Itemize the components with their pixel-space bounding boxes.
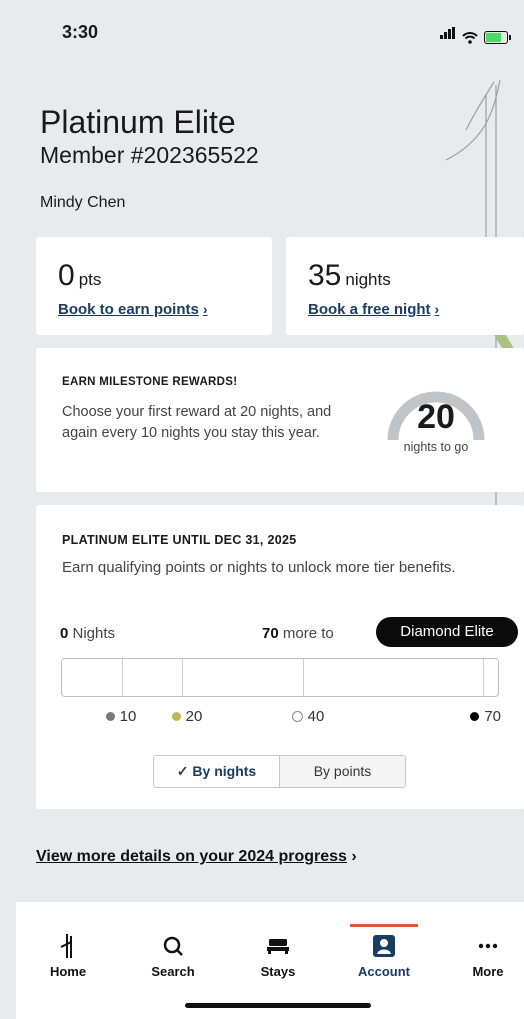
- nights-to-go-value: 20: [417, 398, 455, 436]
- milestone-marker: 70: [470, 708, 501, 725]
- toggle-by-nights[interactable]: ✓ By nights: [154, 756, 280, 787]
- milestone-dot-icon: [291, 711, 303, 722]
- toggle-by-nights-label: By nights: [192, 763, 257, 779]
- nights-unit: nights: [345, 270, 391, 289]
- hilton-logo-icon: [60, 934, 72, 958]
- nights-to-go-label: nights to go: [403, 440, 469, 454]
- tier-title: Platinum Elite: [40, 104, 236, 140]
- book-to-earn-points-label: Book to earn points: [58, 301, 199, 318]
- points-unit: pts: [78, 270, 102, 289]
- tab-more-label: More: [472, 964, 504, 979]
- progress-view-toggle: ✓ By nights By points: [153, 755, 406, 788]
- nights-value: 35: [308, 259, 342, 292]
- wifi-icon: [462, 32, 478, 44]
- app-screen: 3:30 Platinum Elite Member #202365522 Mi…: [16, 0, 524, 1019]
- tab-search[interactable]: Search: [133, 932, 213, 979]
- active-tab-indicator: [350, 924, 418, 927]
- tier-description: Earn qualifying points or nights to unlo…: [62, 559, 456, 576]
- milestone-marker: 40: [291, 708, 325, 725]
- points-value-row: 0 pts: [58, 259, 101, 293]
- milestone-label: 70: [484, 708, 501, 725]
- home-indicator: [185, 1003, 371, 1008]
- member-name: Mindy Chen: [40, 194, 126, 211]
- tier-status-card: PLATINUM ELITE UNTIL DEC 31, 2025 Earn q…: [36, 505, 524, 809]
- milestone-description: Choose your first reward at 20 nights, a…: [62, 404, 332, 441]
- milestone-heading: EARN MILESTONE REWARDS!: [62, 376, 238, 388]
- milestone-marker: 10: [105, 708, 137, 725]
- checkmark-icon: ✓: [176, 763, 189, 779]
- progress-tick: [182, 659, 183, 696]
- tier-heading: PLATINUM ELITE UNTIL DEC 31, 2025: [62, 533, 297, 547]
- milestone-marker: 20: [171, 708, 203, 725]
- chevron-right-icon: ›: [434, 301, 440, 317]
- current-nights-value: 0: [60, 625, 69, 642]
- tab-more[interactable]: More: [448, 932, 524, 979]
- points-value: 0: [58, 259, 75, 292]
- status-bar: 3:30: [16, 0, 524, 60]
- tab-stays[interactable]: Stays: [238, 932, 318, 979]
- tab-stays-label: Stays: [260, 964, 296, 979]
- bed-icon: [267, 939, 289, 954]
- tab-account-label: Account: [358, 964, 410, 979]
- member-number: Member #202365522: [40, 142, 259, 168]
- status-time: 3:30: [62, 22, 99, 42]
- remaining-value: 70: [262, 625, 279, 642]
- book-free-night-label: Book a free night: [308, 301, 431, 318]
- current-nights-label: Nights: [72, 625, 116, 642]
- milestone-dot-icon: [470, 712, 480, 721]
- tier-progress-bar: [61, 658, 499, 697]
- nights-value-row: 35 nights: [308, 259, 391, 293]
- next-tier-badge: Diamond Elite: [376, 617, 518, 647]
- points-card: 0 pts Book to earn points ›: [36, 237, 272, 335]
- status-icons: [440, 26, 511, 44]
- battery-icon: [484, 31, 511, 44]
- free-nights-card: 35 nights Book a free night ›: [286, 237, 524, 335]
- tab-home-label: Home: [49, 964, 87, 979]
- progress-tick: [483, 659, 484, 696]
- milestone-rewards-card[interactable]: EARN MILESTONE REWARDS! Choose your firs…: [36, 348, 524, 492]
- view-progress-details-link[interactable]: View more details on your 2024 progress …: [36, 848, 357, 866]
- search-icon: [163, 936, 183, 956]
- bottom-tab-bar: Home Search Stays Account More: [16, 902, 524, 1019]
- account-icon: [373, 935, 395, 957]
- toggle-by-points[interactable]: By points: [280, 756, 405, 787]
- progress-tick: [303, 659, 304, 696]
- milestone-label: 20: [185, 708, 203, 725]
- current-nights: 0 Nights: [60, 625, 115, 642]
- more-dots-icon: [478, 943, 498, 949]
- book-to-earn-points-link[interactable]: Book to earn points ›: [58, 301, 208, 318]
- book-free-night-link[interactable]: Book a free night ›: [308, 301, 439, 318]
- tab-account[interactable]: Account: [344, 932, 424, 979]
- milestone-dot-icon: [171, 712, 181, 721]
- remaining-to-next-tier: 70 more to: [262, 625, 334, 642]
- signal-icon: [440, 26, 456, 44]
- tab-search-label: Search: [151, 964, 195, 979]
- chevron-right-icon: ›: [202, 301, 208, 317]
- remaining-label: more to: [282, 625, 334, 642]
- tab-home[interactable]: Home: [28, 932, 108, 979]
- milestone-label: 10: [119, 708, 137, 725]
- chevron-right-icon: ›: [351, 848, 357, 865]
- milestone-dot-icon: [105, 712, 115, 721]
- view-progress-details-label: View more details on your 2024 progress: [36, 848, 347, 865]
- milestone-label: 40: [307, 708, 325, 725]
- progress-tick: [122, 659, 123, 696]
